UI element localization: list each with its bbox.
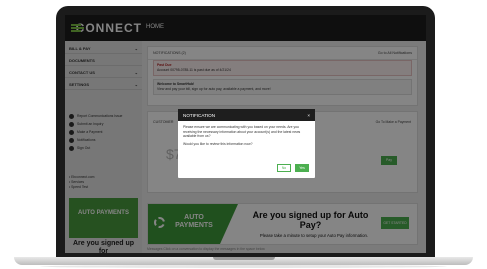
modal-question: Would you like to review this informatio…	[183, 141, 253, 146]
laptop-lid: CONNECT BILL & PAY ⌄ DOCUMENTS CONTACT U…	[56, 6, 435, 260]
yes-button[interactable]: Yes	[295, 164, 309, 172]
laptop-notch	[213, 257, 275, 260]
modal-title: NOTIFICATION	[183, 112, 216, 118]
close-icon[interactable]: ×	[307, 113, 310, 118]
no-button[interactable]: No	[277, 164, 291, 172]
laptop-screen: CONNECT BILL & PAY ⌄ DOCUMENTS CONTACT U…	[65, 15, 426, 253]
modal-message: Please ensure we are communicating with …	[183, 125, 301, 139]
notification-modal: NOTIFICATION × Please ensure we are comm…	[178, 109, 315, 178]
product-mockup: CONNECT BILL & PAY ⌄ DOCUMENTS CONTACT U…	[0, 0, 487, 269]
modal-actions: No Yes	[277, 164, 309, 172]
laptop-shadow	[40, 265, 447, 268]
modal-body: Please ensure we are communicating with …	[178, 121, 315, 153]
modal-header: NOTIFICATION ×	[178, 109, 315, 121]
